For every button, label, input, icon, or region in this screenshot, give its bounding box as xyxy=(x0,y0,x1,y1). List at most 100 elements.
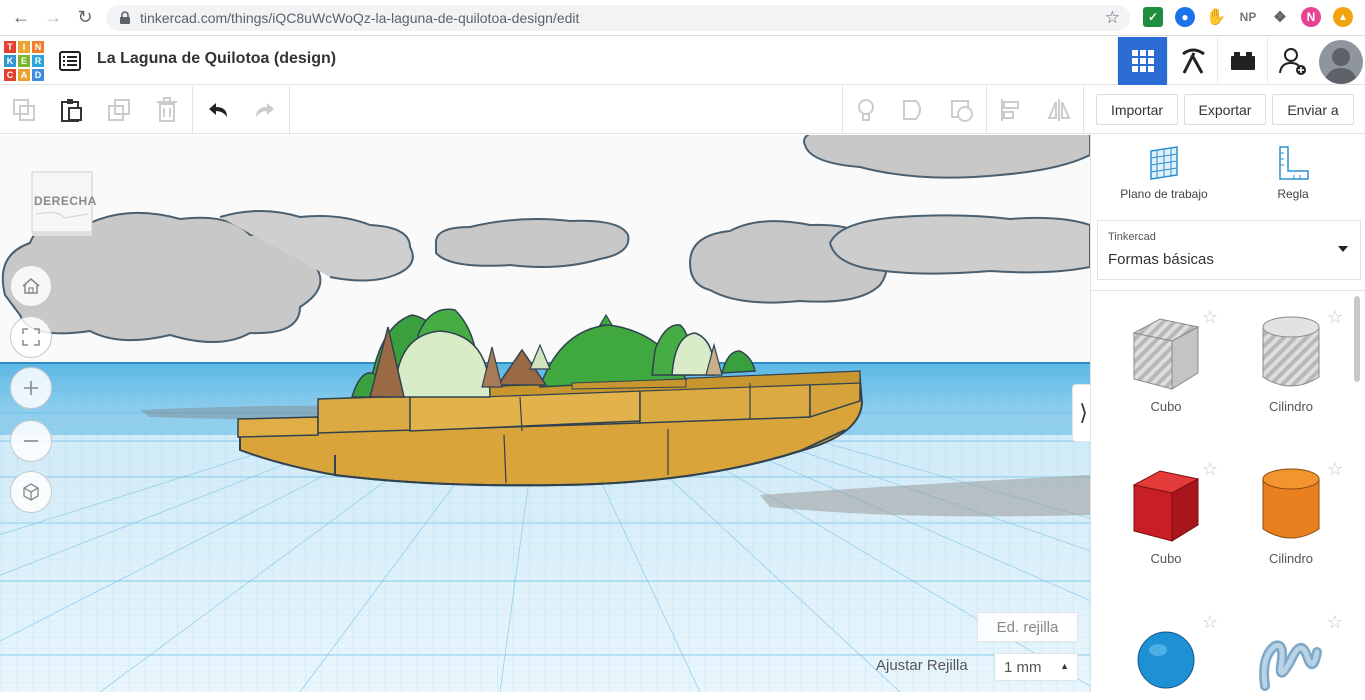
shape-tile-box-red[interactable]: ☆ Cubo xyxy=(1106,459,1226,566)
cylinder-orange-icon xyxy=(1262,468,1320,539)
checkmark-extension-icon[interactable]: ✓ xyxy=(1143,7,1163,27)
logo-letter: N xyxy=(31,40,45,54)
undo-icon[interactable] xyxy=(204,96,232,124)
lightbulb-icon[interactable] xyxy=(852,96,880,124)
pickaxe-icon xyxy=(1181,48,1205,74)
logo-letter: R xyxy=(31,54,45,68)
cloud-shape[interactable] xyxy=(434,218,630,268)
person-silhouette-icon xyxy=(1324,48,1358,84)
cloud-shape[interactable] xyxy=(803,135,1090,179)
zoom-in-button[interactable] xyxy=(10,367,52,409)
shape-label: Cilindro xyxy=(1268,399,1314,414)
plus-icon xyxy=(24,381,38,395)
reload-icon[interactable]: ↻ xyxy=(74,7,96,29)
3d-viewport[interactable]: DERECHA Ed. rejilla Ajustar Rejilla 1 mm… xyxy=(0,135,1090,692)
grid-icon xyxy=(1131,50,1154,72)
duplicate-icon[interactable] xyxy=(105,96,133,124)
logo-letter: K xyxy=(3,54,17,68)
bricks-button[interactable] xyxy=(1217,37,1267,85)
shape-tile-cylinder-orange[interactable]: ☆ Cilindro xyxy=(1231,459,1351,566)
workplane-tool[interactable]: Plano de trabajo xyxy=(1104,145,1224,201)
snap-grid-value: 1 mm xyxy=(1004,658,1042,676)
shape-tile-scribble[interactable]: ☆ xyxy=(1231,612,1351,700)
update-extension-icon[interactable]: ▲ xyxy=(1333,7,1353,27)
url-text: tinkercad.com/things/iQC8uWcWoQz-la-lagu… xyxy=(140,10,580,26)
design-list-icon[interactable] xyxy=(58,49,82,73)
favorite-star-icon[interactable]: ☆ xyxy=(1327,612,1343,633)
logo-letter: C xyxy=(3,68,17,82)
address-bar[interactable]: tinkercad.com/things/iQC8uWcWoQz-la-lagu… xyxy=(106,5,1130,31)
redo-icon[interactable] xyxy=(251,96,279,124)
hand-extension-icon[interactable]: ✋ xyxy=(1206,7,1226,27)
mirror-icon[interactable] xyxy=(1045,96,1073,124)
3d-view-button[interactable] xyxy=(1117,37,1167,85)
toolbar-divider xyxy=(842,86,843,134)
bookmark-star-icon[interactable]: ☆ xyxy=(1105,8,1120,28)
favorite-star-icon[interactable]: ☆ xyxy=(1202,612,1218,633)
profile-avatar-icon[interactable]: N xyxy=(1301,7,1321,27)
cloud-shape[interactable] xyxy=(688,214,1090,304)
perspective-button[interactable] xyxy=(10,471,52,513)
sphere-blue-icon xyxy=(1137,631,1195,689)
shape-library-select[interactable]: Tinkercad Formas básicas xyxy=(1097,220,1361,280)
favorite-star-icon[interactable]: ☆ xyxy=(1327,307,1343,328)
cube-outline-icon xyxy=(23,483,39,501)
logo-letter: I xyxy=(17,40,31,54)
snap-grid-select[interactable]: 1 mm ▲ xyxy=(994,653,1078,681)
toolbar-divider xyxy=(289,86,290,134)
send-to-button[interactable]: Enviar a xyxy=(1272,94,1354,125)
paste-icon[interactable] xyxy=(57,96,85,124)
align-icon[interactable] xyxy=(997,96,1025,124)
logo-letter: A xyxy=(17,68,31,82)
toolbar-divider xyxy=(986,86,987,134)
view-cube[interactable]: DERECHA xyxy=(30,170,96,236)
home-view-button[interactable] xyxy=(10,265,52,307)
back-icon[interactable]: ← xyxy=(10,7,32,29)
shape-grid: ☆ Cubo ☆ Cilindro ☆ Cubo ☆ Cilindro ☆ ☆ xyxy=(1091,290,1365,692)
circle-extension-icon[interactable]: ● xyxy=(1175,7,1195,27)
favorite-star-icon[interactable]: ☆ xyxy=(1327,459,1343,480)
shape-tile-cylinder[interactable]: ☆ Cilindro xyxy=(1231,307,1351,414)
copy-icon[interactable] xyxy=(10,96,38,124)
fit-all-icon xyxy=(22,328,40,346)
logo-letter: E xyxy=(17,54,31,68)
edit-toolbar: Importar Exportar Enviar a xyxy=(0,86,1365,134)
favorite-star-icon[interactable]: ☆ xyxy=(1202,459,1218,480)
np-extension-icon[interactable]: NP xyxy=(1236,7,1260,27)
favorite-star-icon[interactable]: ☆ xyxy=(1202,307,1218,328)
cube-red-icon xyxy=(1132,470,1200,542)
puzzle-extension-icon[interactable]: ❖ xyxy=(1270,7,1290,27)
import-button[interactable]: Importar xyxy=(1096,94,1178,125)
blocks-button[interactable] xyxy=(1167,37,1217,85)
dropdown-arrow-icon xyxy=(1338,246,1348,252)
shape-tile-sphere[interactable]: ☆ xyxy=(1106,612,1226,700)
tinkercad-logo[interactable]: TINKERCAD xyxy=(3,40,45,82)
delete-icon[interactable] xyxy=(153,96,181,124)
scribble-icon xyxy=(1259,640,1322,691)
brick-icon xyxy=(1230,52,1255,70)
zoom-out-button[interactable] xyxy=(10,420,52,462)
user-avatar[interactable] xyxy=(1319,40,1363,84)
design-title[interactable]: La Laguna de Quilotoa (design) xyxy=(97,50,336,68)
forward-icon[interactable]: → xyxy=(42,7,64,29)
workplane-label: Plano de trabajo xyxy=(1120,187,1208,201)
shape-label: Cilindro xyxy=(1268,551,1314,566)
cylinder-striped-icon xyxy=(1262,316,1320,387)
edit-grid-button[interactable]: Ed. rejilla xyxy=(977,612,1078,642)
home-icon xyxy=(22,278,40,294)
export-button[interactable]: Exportar xyxy=(1184,94,1266,125)
scene-canvas[interactable] xyxy=(0,135,1090,692)
shape-label: Cubo xyxy=(1150,399,1182,414)
select-caret-icon: ▲ xyxy=(1060,661,1069,671)
invite-user-button[interactable] xyxy=(1267,37,1317,85)
fit-view-button[interactable] xyxy=(10,316,52,358)
ruler-tool[interactable]: Regla xyxy=(1233,145,1353,201)
workplane-icon xyxy=(1150,146,1178,180)
cube-striped-icon xyxy=(1132,318,1200,390)
shape-tile-box[interactable]: ☆ Cubo xyxy=(1106,307,1226,414)
solid-shape-icon[interactable] xyxy=(900,96,928,124)
toolbar-divider xyxy=(1083,86,1084,134)
hole-shape-icon[interactable] xyxy=(948,96,976,124)
panel-scrollbar[interactable] xyxy=(1354,296,1360,382)
minus-icon xyxy=(24,440,38,442)
